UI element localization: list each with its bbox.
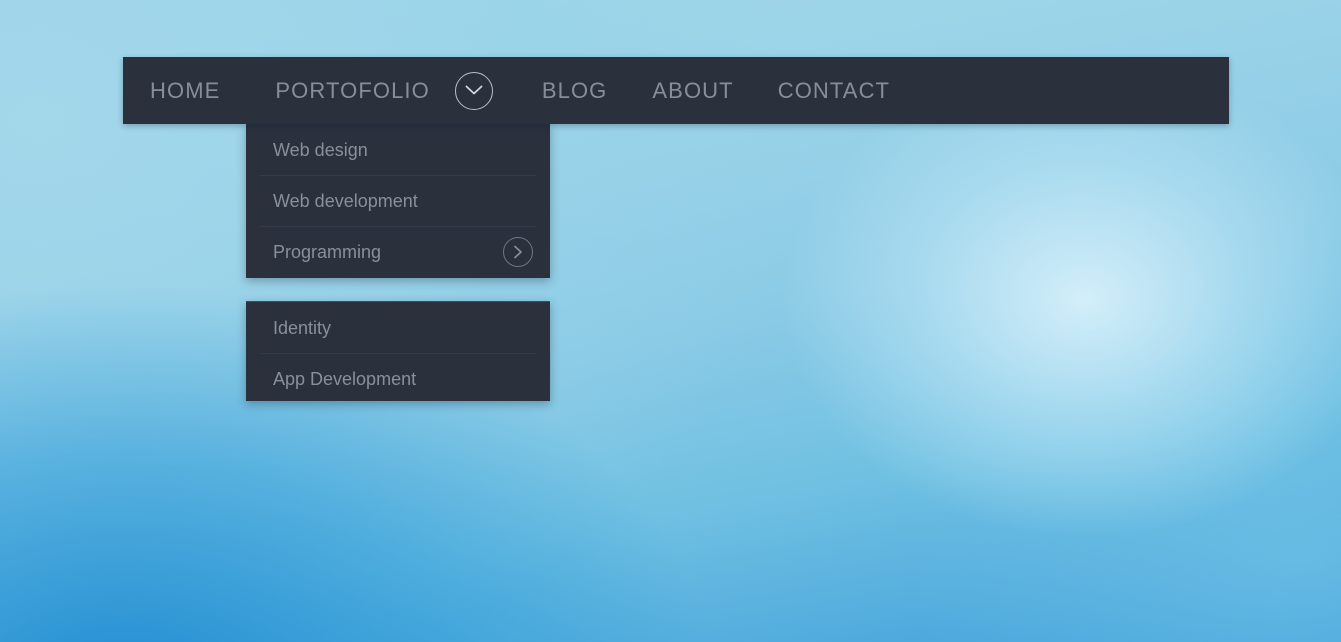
programming-submenu: Identity App Development [246,301,550,401]
submenu-item-label: Identity [273,317,332,338]
main-navigation-bar: HOME PORTOFOLIO BLOG ABOUT CONTACT [123,57,1229,124]
dropdown-item-label: Web design [273,139,368,160]
nav-item-blog[interactable]: BLOG [542,79,608,102]
dropdown-item-label: Web development [273,190,418,211]
dropdown-item-web-design[interactable]: Web design [246,124,550,175]
dropdown-item-label: Programming [273,241,382,262]
nav-item-portfolio[interactable]: PORTOFOLIO [275,79,429,102]
dropdown-item-web-development[interactable]: Web development [246,175,550,226]
submenu-item-app-development[interactable]: App Development [246,353,550,404]
nav-item-about[interactable]: ABOUT [652,79,733,102]
portfolio-dropdown-menu: Web design Web development Programming [246,124,550,278]
submenu-item-identity[interactable]: Identity [246,302,550,353]
chevron-down-icon[interactable] [454,71,493,110]
dropdown-item-programming[interactable]: Programming [246,226,550,277]
nav-item-home[interactable]: HOME [150,79,220,102]
chevron-right-icon[interactable] [503,236,533,267]
nav-item-contact[interactable]: CONTACT [778,79,890,102]
submenu-item-label: App Development [273,368,417,389]
